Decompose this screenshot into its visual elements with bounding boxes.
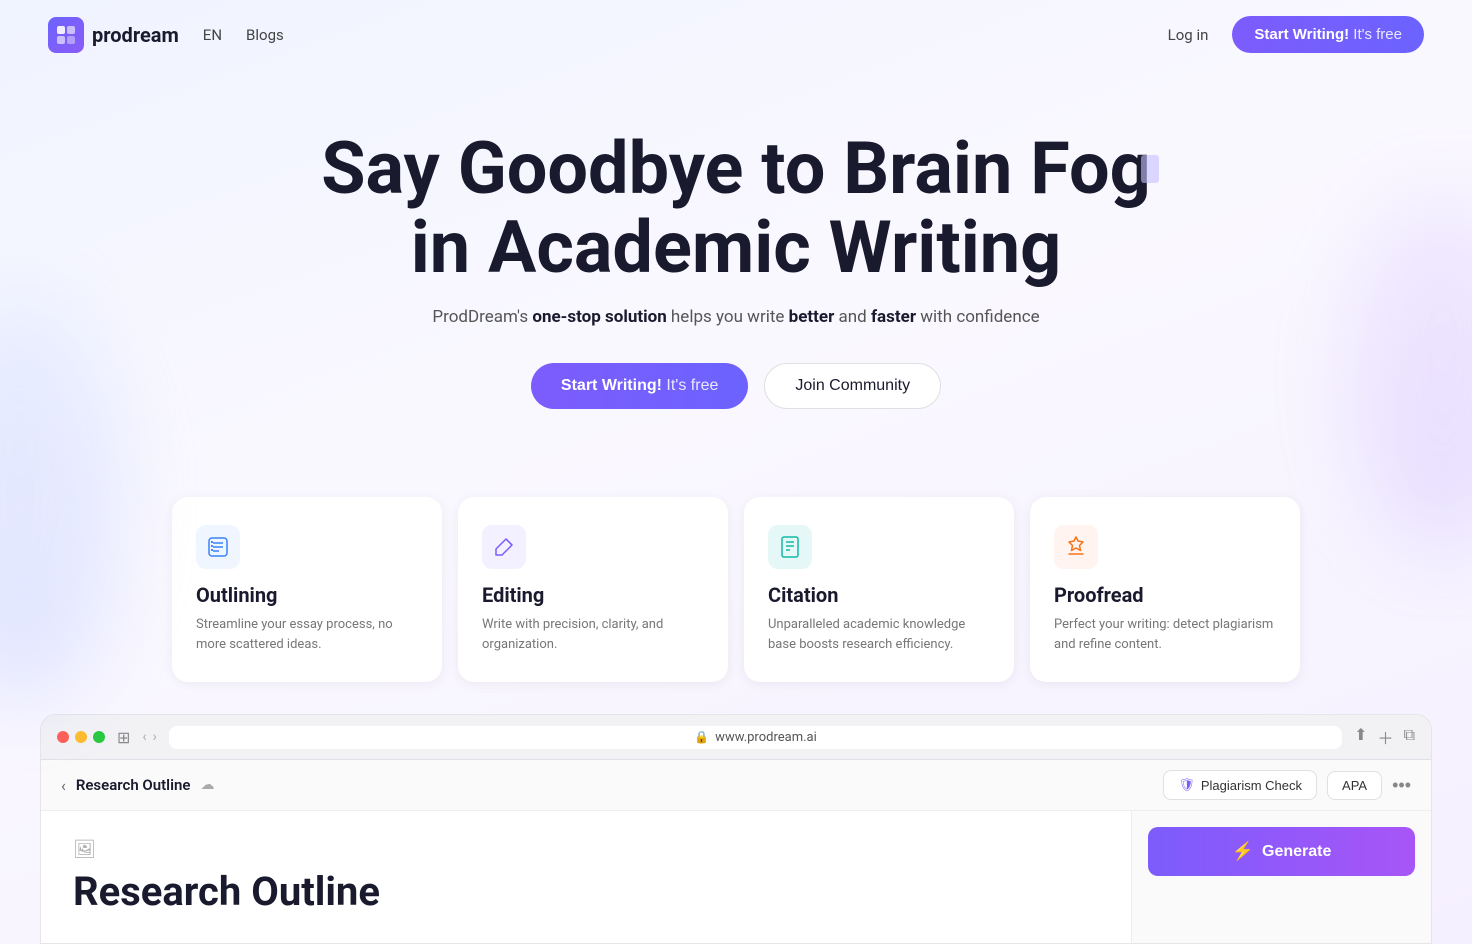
- apa-button[interactable]: APA: [1327, 771, 1382, 800]
- browser-dot-red: [57, 731, 69, 743]
- hero-subtitle-intro: ProdDream's: [432, 307, 532, 327]
- nav-left: prodream EN Blogs: [48, 17, 284, 53]
- nav-cta-label: Start Writing!: [1254, 26, 1349, 43]
- hero-subtitle-and: and: [834, 307, 871, 327]
- generate-button[interactable]: ⚡ Generate: [1148, 827, 1415, 876]
- browser-nav-buttons: ‹ ›: [142, 729, 156, 745]
- doc-toolbar-left: ‹ Research Outline ☁: [61, 776, 214, 795]
- more-options-button[interactable]: •••: [1392, 775, 1411, 796]
- doc-cloud-icon: ☁: [200, 777, 214, 793]
- browser-add-tab-icon[interactable]: ＋: [1378, 725, 1394, 749]
- proofread-title: Proofread: [1054, 583, 1276, 607]
- hero-title-line1: Say Goodbye to Brain Fog: [321, 126, 1151, 211]
- browser-dot-yellow: [75, 731, 87, 743]
- outlining-icon: [196, 525, 240, 569]
- browser-forward-icon[interactable]: ›: [153, 729, 157, 745]
- browser-sidebar-icon[interactable]: ⧉: [1404, 725, 1415, 749]
- citation-title: Citation: [768, 583, 990, 607]
- features-row: Outlining Streamline your essay process,…: [0, 497, 1472, 714]
- hero-subtitle-bold1: one-stop solution: [532, 307, 666, 327]
- hero-subtitle-bold3: faster: [871, 307, 916, 327]
- plagiarism-icon: 🛡: [1178, 777, 1195, 793]
- hero-section: Say Goodbye to Brain Fog in Academic Wri…: [0, 69, 1472, 497]
- doc-heading: Research Outline: [73, 868, 1099, 915]
- outlining-title: Outlining: [196, 583, 418, 607]
- logo-text: prodream: [92, 23, 179, 47]
- hero-subtitle-mid: helps you write: [667, 307, 789, 327]
- doc-image-icon: 🖼: [73, 839, 96, 860]
- nav-cta-button[interactable]: Start Writing! It's free: [1232, 16, 1424, 53]
- generate-lightning-icon: ⚡: [1232, 841, 1254, 862]
- doc-back-button[interactable]: ‹: [61, 776, 66, 795]
- feature-card-proofread: Proofread Perfect your writing: detect p…: [1030, 497, 1300, 682]
- nav-cta-sublabel: It's free: [1349, 26, 1402, 43]
- editing-desc: Write with precision, clarity, and organ…: [482, 615, 704, 654]
- feature-card-outlining: Outlining Streamline your essay process,…: [172, 497, 442, 682]
- browser-dot-green: [93, 731, 105, 743]
- logo-icon: [48, 17, 84, 53]
- hero-join-community-button[interactable]: Join Community: [764, 363, 941, 409]
- outlining-desc: Streamline your essay process, no more s…: [196, 615, 418, 654]
- browser-actions: ⬆ ＋ ⧉: [1354, 725, 1415, 749]
- browser-mockup: ⊞ ‹ › 🔒 www.prodream.ai ⬆ ＋ ⧉ ‹ Research…: [40, 714, 1432, 944]
- hero-subtitle-end: with confidence: [916, 307, 1040, 327]
- nav-login[interactable]: Log in: [1168, 26, 1209, 44]
- browser-bar: ⊞ ‹ › 🔒 www.prodream.ai ⬆ ＋ ⧉: [41, 715, 1431, 760]
- feature-card-editing: Editing Write with precision, clarity, a…: [458, 497, 728, 682]
- hero-start-writing-button[interactable]: Start Writing! It's free: [531, 363, 748, 409]
- doc-body: 🖼 Research Outline ⚡ Generate: [41, 811, 1431, 943]
- doc-sidebar: ⚡ Generate: [1131, 811, 1431, 943]
- doc-toolbar: ‹ Research Outline ☁ 🛡 Plagiarism Check …: [41, 760, 1431, 811]
- hero-cta-sublabel: It's free: [662, 377, 718, 394]
- doc-toolbar-right: 🛡 Plagiarism Check APA •••: [1163, 770, 1411, 800]
- plagiarism-check-button[interactable]: 🛡 Plagiarism Check: [1163, 770, 1317, 800]
- hero-subtitle-bold2: better: [789, 307, 835, 327]
- proofread-icon: [1054, 525, 1098, 569]
- editing-icon: [482, 525, 526, 569]
- browser-url: www.prodream.ai: [715, 730, 817, 745]
- hero-cta-label: Start Writing!: [561, 377, 662, 394]
- navbar: prodream EN Blogs Log in Start Writing! …: [0, 0, 1472, 69]
- hero-actions: Start Writing! It's free Join Community: [24, 363, 1448, 409]
- hero-title-line2: in Academic Writing: [411, 205, 1062, 290]
- logo[interactable]: prodream: [48, 17, 179, 53]
- plagiarism-label: Plagiarism Check: [1201, 778, 1302, 793]
- browser-url-bar: 🔒 www.prodream.ai: [169, 726, 1342, 749]
- proofread-desc: Perfect your writing: detect plagiarism …: [1054, 615, 1276, 654]
- hero-subtitle: ProdDream's one-stop solution helps you …: [24, 307, 1448, 327]
- editing-title: Editing: [482, 583, 704, 607]
- lock-icon: 🔒: [694, 730, 709, 744]
- doc-title: Research Outline: [76, 776, 191, 794]
- nav-blogs[interactable]: Blogs: [246, 26, 284, 44]
- hero-title: Say Goodbye to Brain Fog in Academic Wri…: [24, 129, 1448, 287]
- browser-share-icon[interactable]: ⬆: [1354, 725, 1367, 749]
- feature-card-citation: Citation Unparalleled academic knowledge…: [744, 497, 1014, 682]
- generate-label: Generate: [1262, 843, 1331, 861]
- nav-lang[interactable]: EN: [203, 26, 222, 44]
- browser-tab-icon: ⊞: [117, 728, 130, 747]
- browser-dots: [57, 731, 105, 743]
- citation-desc: Unparalleled academic knowledge base boo…: [768, 615, 990, 654]
- doc-main-area: 🖼 Research Outline: [41, 811, 1131, 943]
- citation-icon: [768, 525, 812, 569]
- nav-right: Log in Start Writing! It's free: [1168, 16, 1424, 53]
- browser-back-icon[interactable]: ‹: [142, 729, 146, 745]
